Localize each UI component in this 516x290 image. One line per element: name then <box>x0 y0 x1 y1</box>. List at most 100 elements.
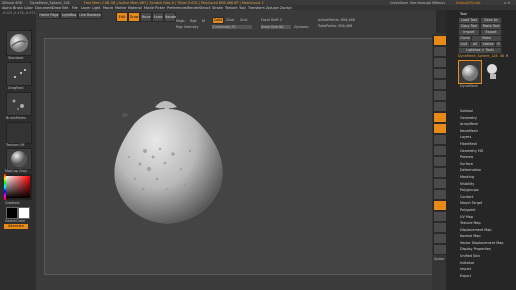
scale-mode-button[interactable]: Scale <box>152 12 164 22</box>
draw-size-slider[interactable]: Draw Size 64 <box>261 25 291 29</box>
color-picker[interactable] <box>4 174 32 200</box>
palette-export[interactable]: Export <box>458 273 503 280</box>
actual-button[interactable]: Actual <box>433 79 447 96</box>
switchcolor-button[interactable]: SwitchColor <box>5 219 25 223</box>
live-boolean-button[interactable]: Live Boolean <box>78 12 102 19</box>
palette-polygroups[interactable]: Polygroups <box>458 187 503 194</box>
menu-item-material[interactable]: Material <box>128 6 142 10</box>
floor-button[interactable]: Floor <box>433 112 447 129</box>
palette-deformation[interactable]: Deformation <box>458 167 503 174</box>
palette-displacement-map[interactable]: Displacement Map <box>458 227 503 234</box>
zsub-button[interactable]: Zsub <box>226 18 234 22</box>
menu-item-stroke[interactable]: Stroke <box>212 6 223 10</box>
menu-item-light[interactable]: Light <box>92 6 100 10</box>
zcut-button[interactable]: Zcut <box>240 18 248 22</box>
rotate-mode-button[interactable]: Rotate <box>164 12 176 22</box>
palette-fibermesh[interactable]: FiberMesh <box>458 141 503 148</box>
palette-initialize[interactable]: Initialize <box>458 260 503 267</box>
solo-button[interactable]: Solo <box>433 233 447 250</box>
stroke-selector[interactable] <box>6 62 32 86</box>
tool-thumbnail[interactable] <box>458 60 482 84</box>
focal-shift-slider[interactable]: Focal Shift 0 <box>261 18 282 22</box>
palette-texture-map[interactable]: Texture Map <box>458 220 503 227</box>
menu-item-marker[interactable]: Marker <box>115 6 127 10</box>
rotate-view-button[interactable]: Rotate <box>433 178 447 195</box>
texture-selector[interactable] <box>6 122 32 144</box>
linefill-button[interactable]: Line Fill <box>433 189 447 206</box>
menu-item-document[interactable]: Document <box>35 6 53 10</box>
menu-item-picker[interactable]: Picker <box>155 6 165 10</box>
frame-button[interactable]: Frame <box>433 145 447 162</box>
palette-masking[interactable]: Masking <box>458 174 503 181</box>
palette-preview[interactable]: Preview <box>458 154 503 161</box>
menu-item-brush[interactable]: Brush <box>13 6 23 10</box>
gxyz-button[interactable]: Gxyz <box>433 134 447 151</box>
brush-selector[interactable] <box>6 30 32 56</box>
menu-item-texture[interactable]: Texture <box>225 6 237 10</box>
rgb-button[interactable]: Rgb <box>190 19 197 23</box>
menu-item-color[interactable]: Color <box>24 6 33 10</box>
z-intensity-slider[interactable]: Z Intensity 25 <box>212 25 252 29</box>
menu-item-alpha[interactable]: Alpha <box>2 6 12 10</box>
menu-item-file[interactable]: File <box>72 6 78 10</box>
palette-visibility[interactable]: Visibility <box>458 181 503 188</box>
menu-item-zscript[interactable]: Zscript <box>280 6 292 10</box>
menu-item-zplugin[interactable]: Zplugin <box>266 6 279 10</box>
menu-item-movie[interactable]: Movie <box>144 6 154 10</box>
polyf-button[interactable]: PolyF <box>433 200 447 217</box>
palette-nanomesh[interactable]: NanoMesh <box>458 128 503 135</box>
palette-display-properties[interactable]: Display Properties <box>458 246 503 253</box>
scale-view-button[interactable]: Scale <box>433 167 447 184</box>
scroll-button[interactable]: Scroll <box>433 57 447 74</box>
palette-polypaint[interactable]: Polypaint <box>458 207 503 214</box>
zoom-button[interactable]: Zoom <box>433 68 447 85</box>
menu-item-draw[interactable]: Draw <box>52 6 61 10</box>
menu-item-layer[interactable]: Layer <box>81 6 90 10</box>
menu-item-render[interactable]: Render <box>187 6 199 10</box>
m-button[interactable]: M <box>202 19 205 23</box>
palette-normal-map[interactable]: Normal Map <box>458 233 503 240</box>
xpose-button[interactable]: Xpose <box>433 244 447 261</box>
palette-import[interactable]: Import <box>458 266 503 273</box>
dynamic-button[interactable]: Dynamic <box>294 25 309 29</box>
color-picker-square[interactable] <box>6 176 30 198</box>
lightbox-button[interactable]: LightBox <box>60 12 78 19</box>
menu-item-tool[interactable]: Tool <box>239 6 246 10</box>
palette-arraymesh[interactable]: ArrayMesh <box>458 121 503 128</box>
persp-button[interactable]: Persp <box>433 101 447 118</box>
tool-palette-title[interactable]: Tool <box>460 12 467 16</box>
menu-item-stencil[interactable]: Stencil <box>199 6 210 10</box>
bpr-button[interactable]: Bpr <box>433 35 447 52</box>
local-button[interactable]: Local <box>433 123 447 140</box>
menu-item-preferences[interactable]: Preferences <box>167 6 187 10</box>
draw-mode-button[interactable]: Draw <box>128 12 140 22</box>
menus-toggle[interactable]: Menus <box>434 1 445 5</box>
tool-thumbnail-secondary[interactable] <box>484 62 500 80</box>
document-canvas[interactable] <box>44 38 434 275</box>
main-color-swatch[interactable] <box>6 207 18 219</box>
palette-uv-map[interactable]: UV Map <box>458 214 503 221</box>
palette-surface[interactable]: Surface <box>458 161 503 168</box>
rgb-intensity-slider[interactable]: Rgb Intensity <box>176 25 199 29</box>
palette-unified-skin[interactable]: Unified Skin <box>458 253 503 260</box>
palette-vector-displacement-map[interactable]: Vector Displacement Map <box>458 240 503 247</box>
palette-contact[interactable]: Contact <box>458 194 503 201</box>
seethrough-slider[interactable]: See-through 0 <box>410 1 434 5</box>
palette-geometry[interactable]: Geometry <box>458 115 503 122</box>
palette-layers[interactable]: Layers <box>458 134 503 141</box>
ghost-button[interactable]: Ghost <box>433 222 447 239</box>
edit-mode-button[interactable]: Edit <box>116 12 128 22</box>
home-page-button[interactable]: Home Page <box>38 12 60 19</box>
mrgb-button[interactable]: Mrgb <box>176 19 185 23</box>
menu-item-macro[interactable]: Macro <box>103 6 113 10</box>
material-selector[interactable] <box>6 148 32 170</box>
spix-button[interactable]: SPix 3 <box>433 46 447 63</box>
alpha-selector[interactable] <box>6 92 32 116</box>
hue-strip[interactable] <box>4 174 6 200</box>
palette-subtool[interactable]: Subtool <box>458 108 503 115</box>
move-view-button[interactable]: Move <box>433 156 447 173</box>
lightbox-tools-button[interactable]: Lightbox > Tools <box>458 47 502 54</box>
alternate-button[interactable]: Alternate <box>4 224 28 229</box>
quicksave-button[interactable]: QuickSave <box>390 1 408 5</box>
menu-item-transform[interactable]: Transform <box>248 6 265 10</box>
